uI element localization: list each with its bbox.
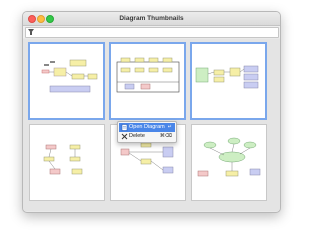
menu-item-label: Open Diagram [129, 124, 165, 130]
thumbnail-1[interactable] [28, 42, 105, 120]
window-title: Diagram Thumbnails [119, 15, 184, 22]
diagram-preview-3 [195, 65, 259, 89]
diagram-thumbnails-window: Diagram Thumbnails Open Diagram ↵ Delete… [22, 11, 281, 213]
thumbnail-grid[interactable]: Open Diagram ↵ Delete ⌘⌫ [23, 39, 280, 211]
menu-item-delete[interactable]: Delete ⌘⌫ [119, 132, 175, 141]
thumbnail-3[interactable] [190, 42, 267, 120]
diagram-preview-2 [116, 57, 180, 93]
filter-input[interactable] [36, 28, 274, 36]
delete-x-icon [121, 133, 128, 140]
thumbnail-2[interactable] [109, 42, 186, 120]
menu-item-open-diagram[interactable]: Open Diagram ↵ [119, 123, 175, 132]
menu-item-label: Delete [129, 133, 145, 139]
thumbnail-4[interactable] [29, 124, 105, 201]
document-open-icon [121, 124, 128, 131]
menu-item-shortcut: ⌘⌫ [159, 133, 172, 139]
filter-icon-stem [30, 32, 32, 35]
filter-field[interactable] [25, 27, 279, 38]
menu-item-shortcut: ↵ [167, 124, 172, 130]
title-bar[interactable]: Diagram Thumbnails [23, 12, 280, 26]
diagram-preview-6 [197, 137, 261, 177]
thumbnail-6[interactable] [191, 124, 267, 201]
diagram-preview-4 [43, 144, 83, 175]
context-menu: Open Diagram ↵ Delete ⌘⌫ [117, 121, 177, 143]
toolbar [23, 26, 280, 38]
diagram-preview-1 [41, 59, 98, 93]
